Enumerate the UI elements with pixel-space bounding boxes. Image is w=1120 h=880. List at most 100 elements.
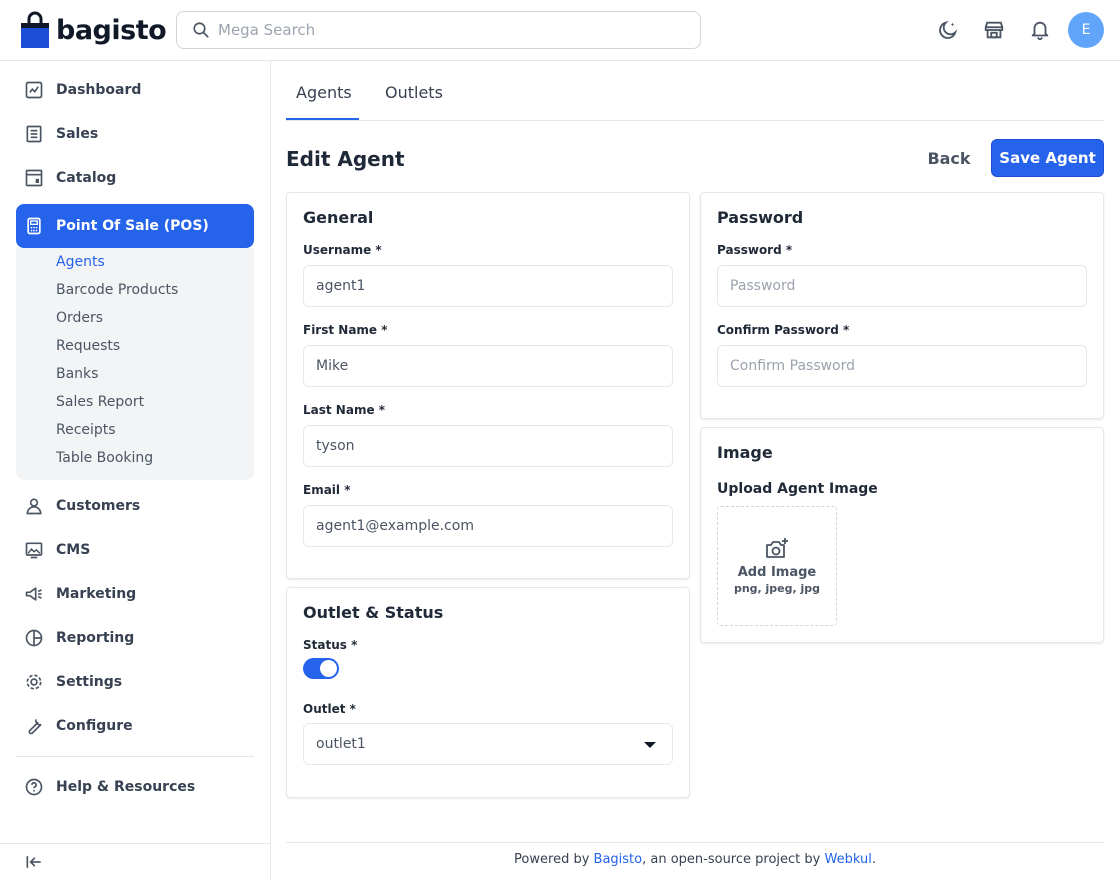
storefront-icon[interactable] (982, 18, 1006, 42)
sidebar-item-configure[interactable]: Configure (16, 704, 254, 748)
bell-icon[interactable] (1028, 18, 1052, 42)
footer-suffix: . (871, 852, 876, 867)
sidebar-item-help[interactable]: Help & Resources (16, 765, 254, 809)
status-label: Status * (303, 638, 358, 652)
password-field[interactable] (717, 265, 1087, 307)
add-image-dropzone[interactable]: Add Image png, jpeg, jpg (717, 506, 837, 626)
outlet-status-card: Outlet & Status Status * Outlet * outlet… (286, 587, 690, 798)
footer-prefix: Powered by (514, 852, 594, 867)
toggle-knob (320, 660, 337, 677)
sidebar-item-reporting[interactable]: Reporting (16, 616, 254, 660)
sidebar-item-label: Marketing (56, 586, 137, 602)
cms-icon (24, 540, 44, 560)
collapse-sidebar-icon[interactable] (24, 852, 44, 872)
last-name-field[interactable] (303, 425, 673, 467)
sidebar-item-label: Help & Resources (56, 779, 196, 795)
wrench-icon (24, 716, 44, 736)
outlet-selected-value: outlet1 (316, 736, 366, 752)
sidebar-item-marketing[interactable]: Marketing (16, 572, 254, 616)
submenu-item-orders[interactable]: Orders (56, 310, 103, 326)
sidebar: Dashboard Sales Catalog Point Of Sale (P… (0, 61, 271, 880)
confirm-password-field[interactable] (717, 345, 1087, 387)
outlet-label: Outlet * (303, 702, 356, 716)
username-label: Username * (303, 243, 382, 257)
brand-name: bagisto (56, 14, 167, 46)
page-title: Edit Agent (286, 147, 405, 171)
shopping-bag-icon (21, 11, 49, 48)
help-icon (24, 777, 44, 797)
sales-icon (24, 124, 44, 144)
first-name-label: First Name * (303, 323, 388, 337)
password-label: Password * (717, 243, 793, 257)
webkul-link[interactable]: Webkul (824, 852, 871, 867)
image-formats-text: png, jpeg, jpg (733, 582, 821, 595)
user-avatar[interactable]: E (1068, 12, 1104, 48)
submenu-item-barcode-products[interactable]: Barcode Products (56, 282, 178, 298)
camera-plus-icon (766, 538, 788, 558)
sidebar-item-label: Point Of Sale (POS) (56, 218, 209, 234)
footer: Powered by Bagisto, an open-source proje… (286, 852, 1104, 867)
add-image-text: Add Image (737, 565, 817, 580)
general-card: General Username * First Name * Last Nam… (286, 192, 690, 579)
sidebar-item-sales[interactable]: Sales (16, 112, 254, 156)
dashboard-icon (24, 80, 44, 100)
submenu-item-agents[interactable]: Agents (56, 254, 105, 270)
first-name-field[interactable] (303, 345, 673, 387)
marketing-icon (24, 584, 44, 604)
footer-divider (286, 842, 1104, 843)
image-card: Image Upload Agent Image Add Image png, … (700, 427, 1104, 643)
sidebar-item-dashboard[interactable]: Dashboard (16, 68, 254, 112)
gear-icon (24, 672, 44, 692)
sidebar-item-label: Reporting (56, 630, 135, 646)
bagisto-link[interactable]: Bagisto (594, 852, 643, 867)
email-label: Email * (303, 483, 351, 497)
tab-outlets[interactable]: Outlets (385, 83, 443, 102)
sidebar-item-cms[interactable]: CMS (16, 528, 254, 572)
last-name-label: Last Name * (303, 403, 386, 417)
submenu-item-requests[interactable]: Requests (56, 338, 120, 354)
sidebar-bottom-divider (0, 843, 271, 844)
search-icon (193, 22, 209, 38)
submenu-item-table-booking[interactable]: Table Booking (56, 450, 153, 466)
sidebar-item-label: CMS (56, 542, 91, 558)
sidebar-item-catalog[interactable]: Catalog (16, 156, 254, 200)
catalog-icon (24, 168, 44, 188)
footer-middle: , an open-source project by (642, 852, 825, 867)
sidebar-item-pos[interactable]: Point Of Sale (POS) (16, 204, 254, 248)
dark-mode-icon[interactable] (936, 18, 960, 42)
top-header: bagisto E (0, 0, 1120, 61)
back-button[interactable]: Back (916, 140, 982, 176)
email-field[interactable] (303, 505, 673, 547)
sidebar-item-label: Dashboard (56, 82, 142, 98)
search-input[interactable] (218, 21, 678, 39)
save-agent-button[interactable]: Save Agent (991, 139, 1104, 177)
sidebar-item-settings[interactable]: Settings (16, 660, 254, 704)
upload-image-label: Upload Agent Image (717, 481, 878, 497)
sidebar-item-label: Configure (56, 718, 133, 734)
brand-logo[interactable]: bagisto (20, 11, 167, 49)
pos-icon (24, 216, 44, 236)
active-tab-indicator (286, 118, 359, 120)
username-field[interactable] (303, 265, 673, 307)
card-title: Password (717, 208, 804, 227)
submenu-item-banks[interactable]: Banks (56, 366, 98, 382)
outlet-select[interactable]: outlet1 (303, 723, 673, 765)
card-title: General (303, 208, 374, 227)
password-card: Password Password * Confirm Password * (700, 192, 1104, 419)
submenu-item-receipts[interactable]: Receipts (56, 422, 116, 438)
sidebar-divider (16, 756, 254, 757)
sidebar-item-customers[interactable]: Customers (16, 484, 254, 528)
confirm-password-label: Confirm Password * (717, 323, 850, 337)
sidebar-item-label: Settings (56, 674, 123, 690)
reporting-icon (24, 628, 44, 648)
caret-down-icon (644, 742, 656, 748)
sidebar-item-label: Catalog (56, 170, 117, 186)
submenu-item-sales-report[interactable]: Sales Report (56, 394, 144, 410)
mega-search[interactable] (176, 11, 701, 49)
tab-agents[interactable]: Agents (296, 83, 352, 102)
sidebar-item-label: Customers (56, 498, 141, 514)
card-title: Image (717, 443, 773, 462)
status-toggle[interactable] (303, 658, 339, 679)
sidebar-item-label: Sales (56, 126, 99, 142)
tab-bar: Agents Outlets (286, 61, 1104, 121)
